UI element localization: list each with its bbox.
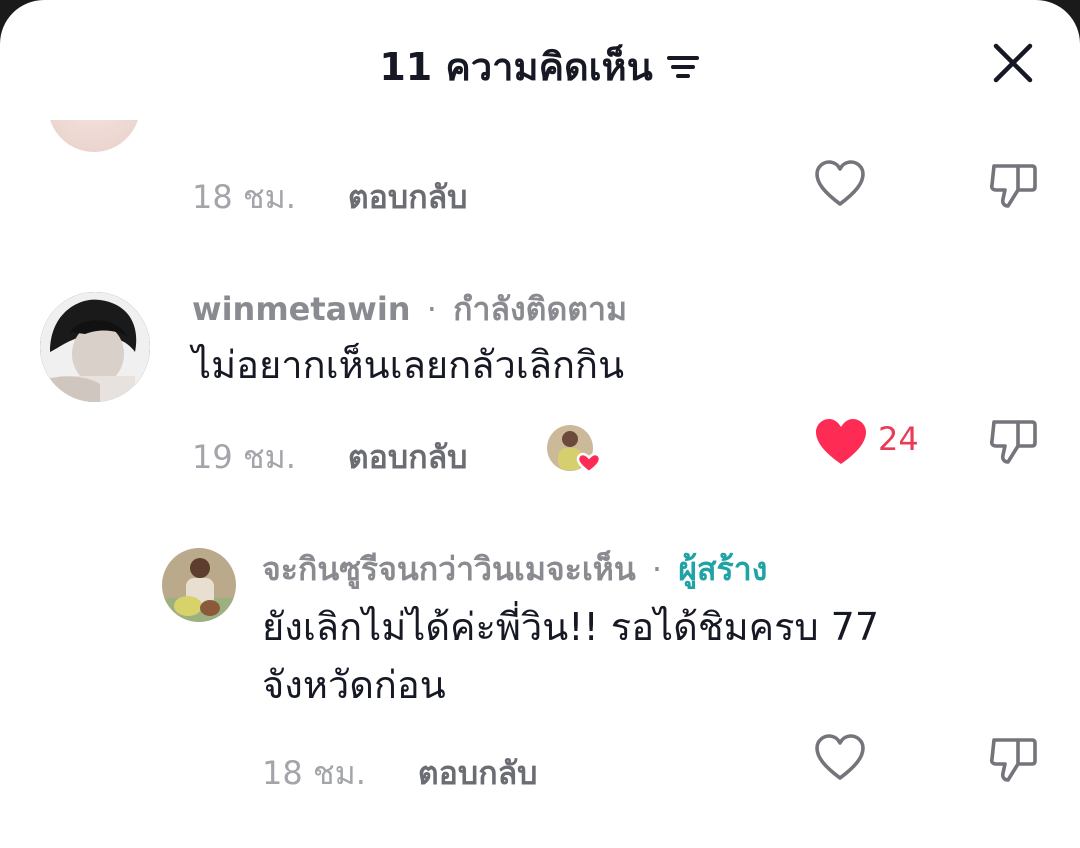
avatar[interactable] — [40, 292, 150, 402]
creator-badge: ผู้สร้าง — [678, 550, 768, 588]
creator-avatar-mini — [547, 425, 602, 474]
separator-dot: · — [426, 290, 437, 328]
comment-meta-row: 19 ชม. ตอบกลับ — [192, 432, 467, 483]
heart-outline-icon[interactable] — [814, 734, 866, 782]
reply-author-line: จะกินซูรีจนกว่าวินเมจะเห็น · ผู้สร้าง — [262, 544, 767, 595]
dislike-icon[interactable] — [988, 160, 1040, 210]
comment-time: 19 ชม. — [192, 438, 296, 476]
sort-lines-icon[interactable] — [665, 52, 701, 82]
comments-header: 11 ความคิดเห็น — [0, 0, 1080, 120]
heart-outline-icon[interactable] — [814, 160, 866, 208]
comment-meta-row: 18 ชม. ตอบกลับ — [262, 748, 537, 799]
dislike-icon[interactable] — [988, 416, 1040, 466]
like-count: 24 — [878, 420, 919, 458]
username[interactable]: winmetawin — [192, 290, 411, 328]
profile-photo — [40, 292, 150, 402]
comments-count-title: 11 ความคิดเห็น — [379, 45, 653, 89]
separator-dot: · — [651, 550, 663, 588]
comment-time: 18 ชม. — [262, 754, 366, 792]
header-title-group: 11 ความคิดเห็น — [0, 36, 1080, 97]
reply-button[interactable]: ตอบกลับ — [418, 748, 538, 799]
comment-time: 18 ชม. — [192, 178, 296, 216]
close-icon[interactable] — [992, 42, 1034, 84]
reply-button[interactable]: ตอบกลับ — [348, 172, 468, 223]
profile-photo — [162, 548, 236, 622]
comment-meta-row: 18 ชม. ตอบกลับ — [192, 172, 467, 223]
username[interactable]: จะกินซูรีจนกว่าวินเมจะเห็น — [262, 550, 636, 588]
comment-text: ไม่อยากเห็นเลยกลัวเลิกกิน — [192, 343, 625, 387]
creator-liked-indicator — [546, 424, 602, 474]
comments-sheet: 11 ความคิดเห็น 18 ชม. ตอบกลับ winmetawin… — [0, 0, 1080, 848]
following-badge: กำลังติดตาม — [453, 290, 628, 328]
comment-author-line: winmetawin · กำลังติดตาม — [192, 284, 627, 335]
reply-text-line-2: จังหวัดก่อน — [262, 663, 446, 707]
reply-text-line-1: ยังเลิกไม่ได้ค่ะพี่วิน!! รอได้ชิมครบ 77 — [262, 605, 880, 649]
avatar[interactable] — [162, 548, 236, 622]
dislike-icon[interactable] — [988, 734, 1040, 784]
heart-filled-icon[interactable] — [814, 418, 868, 466]
reply-button[interactable]: ตอบกลับ — [348, 432, 468, 483]
